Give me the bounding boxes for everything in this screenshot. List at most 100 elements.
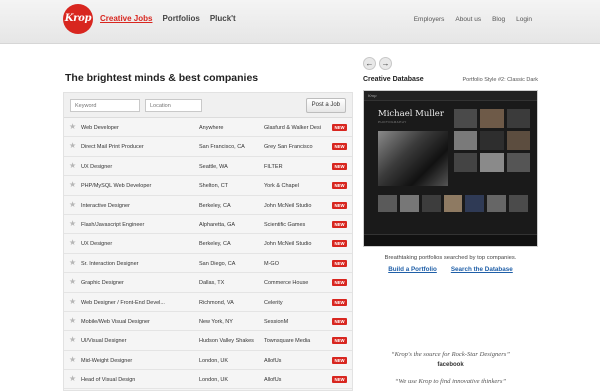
job-location: London, UK: [199, 377, 229, 384]
job-location: Anywhere: [199, 125, 224, 131]
job-row[interactable]: ★ Sr. Interaction Designer San Diego, CA M-…: [64, 254, 352, 274]
nav-portfolios[interactable]: Portfolios: [162, 14, 199, 23]
job-company: M-GO: [264, 260, 279, 267]
job-location: New York, NY: [199, 318, 233, 325]
star-icon[interactable]: ★: [69, 239, 76, 247]
job-row[interactable]: ★ Direct Mail Print Producer San Francisco…: [64, 137, 352, 157]
star-icon[interactable]: ★: [69, 316, 76, 325]
new-badge: NEW: [332, 337, 347, 345]
job-title[interactable]: UX Designer: [81, 164, 193, 170]
preview-thumbnail: [454, 131, 478, 150]
job-location: Alpharetta, GA: [199, 221, 236, 228]
star-icon[interactable]: ★: [69, 123, 76, 131]
job-row[interactable]: ★ Mid-Weight Designer London, UK AllofUs NEW: [64, 351, 352, 371]
nav-blog[interactable]: Blog: [492, 16, 505, 23]
nav-pluckt[interactable]: Pluck't: [210, 14, 236, 23]
preview-footer: [364, 234, 537, 246]
job-row[interactable]: ★ Interactive Designer Berkeley, CA John Mc…: [64, 196, 352, 215]
job-row[interactable]: ★ Web Developer Anywhere Glasfurd & Walker …: [64, 118, 352, 138]
job-location: Hudson Valley Shakes: [199, 338, 254, 345]
keyword-input[interactable]: [70, 99, 140, 112]
build-portfolio-link[interactable]: Build a Portfolio: [388, 266, 437, 273]
job-row[interactable]: ★ Web Designer / Front-End Devel... Richmo…: [64, 293, 352, 312]
job-company: Scientific Games: [264, 221, 306, 228]
star-icon[interactable]: ★: [69, 258, 76, 267]
job-title[interactable]: Graphic Designer: [81, 280, 193, 286]
nav-employers[interactable]: Employers: [414, 16, 445, 23]
carousel-arrows: ← →: [363, 57, 392, 70]
jobs-headline: The brightest minds & best companies: [65, 72, 259, 84]
star-icon[interactable]: ★: [69, 355, 76, 364]
job-title[interactable]: Web Designer / Front-End Devel...: [81, 300, 193, 306]
preview-strip-thumbnail: [509, 195, 528, 212]
job-company: York & Chapel: [264, 183, 299, 190]
job-title[interactable]: UX Designer: [81, 241, 193, 247]
arrow-left-icon[interactable]: ←: [363, 57, 376, 70]
search-database-link[interactable]: Search the Database: [451, 266, 513, 273]
job-company: SessionM: [264, 318, 289, 325]
job-row[interactable]: ★ PHP/MySQL Web Developer Shelton, CT York …: [64, 176, 352, 196]
job-title[interactable]: Web Developer: [81, 125, 193, 131]
new-badge: NEW: [332, 124, 347, 131]
portfolio-preview-image[interactable]: Krop Michael Muller PHOTOGRAPHY: [363, 90, 538, 247]
job-row[interactable]: ★ Flash/Javascript Engineer Alpharetta, GA…: [64, 215, 352, 235]
job-company: John McNeil Studio: [264, 241, 312, 248]
preview-thumbnail: [454, 109, 478, 128]
job-title[interactable]: PHP/MySQL Web Developer: [81, 183, 193, 189]
new-badge: NEW: [332, 182, 347, 190]
arrow-right-icon[interactable]: →: [379, 57, 392, 70]
preview-thumbnail: [454, 153, 478, 172]
star-icon[interactable]: ★: [69, 278, 76, 286]
new-badge: NEW: [332, 376, 347, 384]
job-row[interactable]: ★ UI/Visual Designer Hudson Valley Shakes T…: [64, 331, 352, 351]
job-row[interactable]: ★ Mobile/Web Visual Designer New York, NY S…: [64, 312, 352, 332]
job-title[interactable]: Head of Visual Design: [81, 377, 193, 383]
job-title[interactable]: UI/Visual Designer: [81, 338, 193, 344]
preview-thumbnail: [506, 109, 530, 128]
nav-about-us[interactable]: About us: [455, 16, 481, 23]
job-company: Townsquare Media: [264, 338, 311, 345]
preview-strip-thumbnail: [443, 195, 463, 212]
job-location: San Diego, CA: [199, 260, 236, 267]
preview-logo: Krop: [368, 93, 377, 98]
job-company: Celerity: [264, 299, 283, 306]
preview-thumbnail: [480, 153, 504, 172]
job-row[interactable]: ★ UX Designer Seattle, WA FILTER NEW: [64, 157, 352, 177]
star-icon[interactable]: ★: [69, 181, 76, 189]
job-title[interactable]: Mobile/Web Visual Designer: [81, 319, 193, 325]
nav-login[interactable]: Login: [516, 16, 532, 23]
job-title[interactable]: Flash/Javascript Engineer: [81, 222, 193, 228]
testimonial-quote: “Krop's the source for Rock-Star Designe…: [390, 351, 511, 358]
preview-thumbnail-grid: [454, 109, 530, 172]
new-badge: NEW: [332, 162, 347, 170]
star-icon[interactable]: ★: [69, 375, 76, 383]
job-title[interactable]: Interactive Designer: [81, 203, 193, 209]
star-icon[interactable]: ★: [69, 219, 76, 228]
job-row[interactable]: ★ UX Designer Berkeley, CA John McNeil Stud…: [64, 234, 352, 254]
nav-creative-jobs[interactable]: Creative Jobs: [100, 14, 152, 23]
job-row[interactable]: ★ Head of Visual Design London, UK AllofUs N…: [64, 370, 352, 390]
location-input[interactable]: [145, 99, 202, 112]
new-badge: NEW: [332, 317, 347, 325]
star-icon[interactable]: ★: [69, 297, 76, 306]
krop-logo[interactable]: Krop: [63, 4, 93, 34]
job-title[interactable]: Sr. Interaction Designer: [81, 261, 193, 267]
creative-database-title: Creative Database: [363, 76, 424, 83]
preview-strip-thumbnail: [487, 195, 507, 212]
star-icon[interactable]: ★: [69, 142, 76, 150]
job-row[interactable]: ★ Graphic Designer Dallas, TX Commerce Hous…: [64, 273, 352, 293]
job-title[interactable]: Mid-Weight Designer: [81, 358, 193, 364]
new-badge: NEW: [332, 143, 347, 151]
star-icon[interactable]: ★: [69, 200, 76, 209]
star-icon[interactable]: ★: [69, 161, 76, 170]
job-company: AllofUs: [264, 357, 282, 364]
top-header: Krop Creative Jobs Portfolios Pluck't Em…: [0, 0, 600, 44]
testimonial-quote: “We use Krop to find innovative thinkers…: [394, 378, 507, 385]
new-badge: NEW: [332, 220, 347, 228]
job-company: AllofUs: [264, 377, 282, 384]
post-job-button[interactable]: Post a Job: [305, 98, 346, 113]
job-title[interactable]: Direct Mail Print Producer: [81, 144, 193, 150]
star-icon[interactable]: ★: [69, 336, 76, 344]
secondary-nav: Employers About us Blog Login: [414, 16, 532, 23]
new-badge: NEW: [332, 279, 347, 287]
